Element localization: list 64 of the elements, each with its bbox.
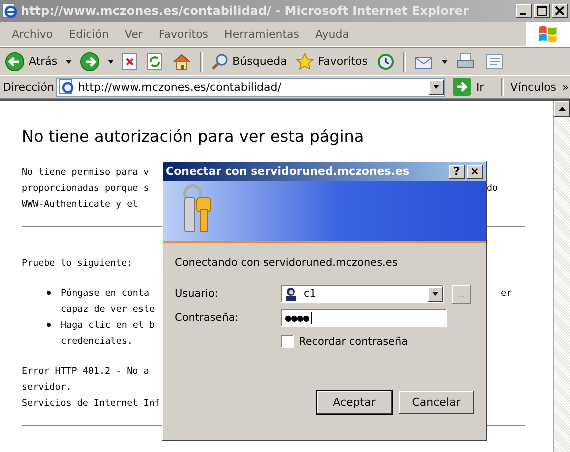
password-field[interactable]: ●●●●	[281, 309, 447, 327]
help-button[interactable]: ?	[449, 164, 465, 178]
menu-item[interactable]: Edición	[61, 28, 117, 40]
user-combo-field[interactable]: c1	[281, 285, 444, 303]
links-label[interactable]: Vínculos	[506, 80, 557, 94]
user-label: Usuario:	[175, 288, 220, 300]
page-text: capaz de ver este	[61, 304, 156, 314]
star-icon	[296, 52, 314, 70]
page-text: do	[487, 182, 498, 194]
scrollbar[interactable]	[553, 101, 570, 452]
window-title: http://www.mczones.es/contabilidad/ - Microsoft Internet Explorer	[21, 4, 470, 18]
favorites-button[interactable]: Favoritos	[293, 50, 371, 74]
dialog-message: Conectando con servidoruned.mczones.es	[175, 257, 399, 269]
address-label: Dirección	[3, 80, 54, 94]
close-icon	[555, 6, 565, 16]
caret-icon	[432, 292, 439, 296]
page-text: credenciales.	[61, 336, 133, 346]
accept-button[interactable]: Aceptar	[317, 391, 392, 414]
page-heading: No tiene autorización para ver esta página	[22, 127, 366, 146]
browser-icon	[2, 3, 18, 19]
page-text: Servicios de Internet Inf	[22, 398, 160, 408]
menu-item[interactable]: Favoritos	[150, 28, 217, 40]
close-button[interactable]: ×	[467, 164, 483, 178]
minimize-button[interactable]	[516, 4, 532, 18]
search-icon	[210, 52, 229, 70]
page-text: WWW-Authenticate y el	[22, 198, 138, 210]
scroll-up-button[interactable]	[554, 101, 570, 117]
address-field[interactable]: http://www.mczones.es/contabilidad/	[56, 78, 446, 96]
maximize-icon	[537, 6, 547, 16]
menu-item[interactable]: Ayuda	[307, 28, 358, 40]
close-button[interactable]	[552, 4, 568, 18]
bullet-icon	[47, 323, 51, 327]
maximize-button[interactable]	[534, 4, 550, 18]
minimize-icon	[520, 13, 526, 15]
menu-item[interactable]: Ver	[116, 28, 151, 40]
dropdown-button[interactable]	[429, 80, 444, 94]
page-text: servidor.	[22, 382, 72, 392]
page-text: proporcionadas porque s	[22, 182, 150, 194]
menu-item[interactable]: Herramientas	[216, 28, 308, 40]
user-icon	[284, 287, 298, 301]
page-text: Póngase en conta	[61, 288, 150, 298]
menu-item[interactable]: Archivo	[4, 28, 62, 40]
page-icon	[59, 79, 76, 95]
remember-label[interactable]: Recordar contraseña	[299, 336, 408, 348]
page-text: Haga clic en el b	[61, 320, 156, 330]
caret-icon[interactable]	[442, 60, 448, 64]
dropdown-button[interactable]	[428, 286, 443, 302]
remember-checkbox[interactable]	[281, 335, 294, 348]
caret-icon[interactable]	[66, 60, 72, 64]
more-links-chevron[interactable]: »	[562, 80, 570, 94]
page-text: Pruebe lo siguiente:	[22, 258, 133, 268]
back-button[interactable]: Atrás	[2, 50, 61, 74]
search-button[interactable]: Búsqueda	[208, 50, 290, 74]
bullet-icon	[47, 291, 51, 295]
page-text: No tiene permiso para v	[22, 166, 150, 178]
go-button[interactable]: Ir	[447, 78, 500, 96]
page-text: er	[501, 288, 512, 298]
caret-icon[interactable]	[108, 60, 114, 64]
caret-icon	[558, 107, 566, 111]
dialog-title: Conectar con servidoruned.mczones.es	[166, 165, 410, 178]
password-label: Contraseña:	[175, 312, 240, 324]
caret-icon	[433, 85, 440, 89]
page-text: Error HTTP 401.2 - No a	[22, 366, 150, 376]
cancel-button[interactable]: Cancelar	[399, 391, 474, 414]
